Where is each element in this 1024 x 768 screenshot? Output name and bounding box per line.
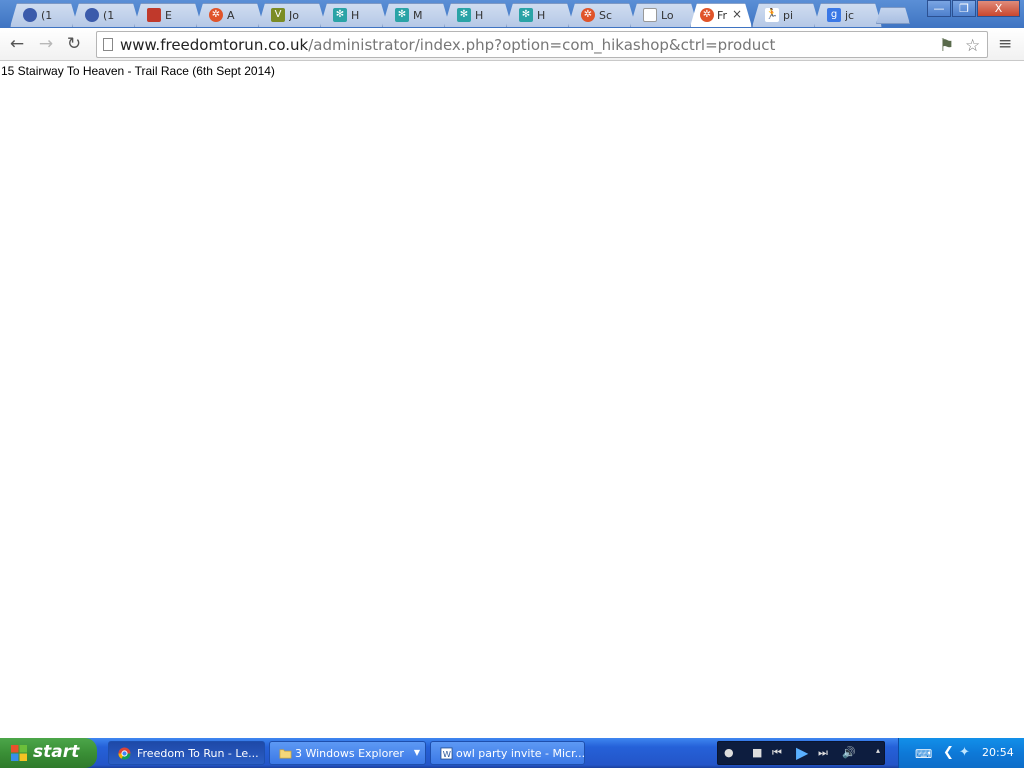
menu-icon[interactable]: ≡ [998,34,1012,54]
media-player-icon[interactable]: ● [724,746,734,759]
tab-title: (1 [41,9,53,22]
tray-expand-icon[interactable]: ❮ [943,745,954,760]
address-bar[interactable]: www.freedomtorun.co.uk/administrator/ind… [96,31,988,58]
restore-player-icon[interactable]: ▴ [876,746,880,755]
tab-title: E [165,9,172,22]
tab[interactable]: V Jo [258,3,326,27]
tab-title: A [227,9,235,22]
browser-toolbar: ← → ↻ www.freedomtorun.co.uk/administrat… [0,28,1024,61]
tab-title: Sc [599,9,613,22]
play-icon[interactable]: ▶ [796,743,808,762]
forward-arrow-icon[interactable]: → [35,33,57,55]
network-icon[interactable]: ✦ [959,745,970,760]
tab-title: H [351,9,360,22]
word-icon: W [440,747,453,760]
close-window-button[interactable]: X [977,0,1020,17]
previous-icon[interactable]: ⏮ [772,746,782,760]
taskbar-button-label: 3 Windows Explorer [295,747,404,760]
tab-title: Jo [289,9,299,22]
windows-logo-icon [11,745,27,761]
snowflake-icon: ✻ [457,8,471,22]
chevron-down-icon[interactable]: ▼ [414,748,420,757]
back-arrow-icon[interactable]: ← [6,33,28,55]
google-icon: g [827,8,841,22]
reload-icon[interactable]: ↻ [63,33,85,55]
runner-icon: 🏃 [765,9,779,20]
tab[interactable]: Lo [630,3,698,27]
tab[interactable]: (1 [10,3,78,27]
page-content-text: 15 Stairway To Heaven - Trail Race (6th … [1,64,275,78]
next-icon[interactable]: ⏭ [818,746,828,760]
tab[interactable]: ✻ M [382,3,450,27]
tab-title: (1 [103,9,115,22]
tab[interactable]: E [134,3,202,27]
tab-title: H [537,9,546,22]
tab[interactable]: ✲ Sc [568,3,636,27]
tab-title: Lo [661,9,674,22]
volume-icon[interactable]: 🔊 [842,746,856,759]
new-tab-button[interactable] [876,7,910,24]
tab[interactable]: (1 [72,3,140,27]
chrome-icon [118,747,131,760]
taskbar-button-chrome[interactable]: Freedom To Run - Le... [108,741,265,765]
tab[interactable]: ✻ H [506,3,574,27]
tab-strip: (1 (1 E ✲ A V Jo ✻ H ✻ M ✻ H ✻ H ✲ Sc Lo… [0,0,1024,28]
url-host: www.freedomtorun.co.uk [120,36,309,54]
url-path: /administrator/index.php?option=com_hika… [308,36,776,54]
media-player-toolbar: ● ■ ⏮ ▶ ⏭ 🔊 ▴ [717,741,885,765]
system-tray: ⌨ ❮ ✦ 20:54 [898,738,1024,768]
circle-globe-icon [23,8,37,22]
page-icon [103,38,113,51]
restore-button[interactable]: ❐ [952,0,976,17]
taskbar-button-word[interactable]: W owl party invite - Micr... [430,741,585,765]
url-text[interactable]: www.freedomtorun.co.uk/administrator/ind… [120,36,775,54]
taskbar-button-label: owl party invite - Micr... [456,747,585,760]
tab-title: H [475,9,484,22]
snowflake-icon: ✻ [395,8,409,22]
tab[interactable]: ✲ A [196,3,264,27]
stop-icon[interactable]: ■ [752,746,762,759]
tab-title: M [413,9,423,22]
snowflake-icon: ✻ [519,8,533,22]
tab[interactable]: 🏃 pi [752,3,820,27]
document-icon [643,8,657,22]
svg-text:W: W [443,749,451,759]
start-button[interactable]: start [0,738,97,768]
bookmark-star-icon[interactable]: ☆ [965,36,980,56]
minimize-button[interactable]: — [927,0,951,17]
tab-title: jc [845,9,855,22]
hikashop-v-icon: V [271,8,285,22]
close-tab-icon[interactable]: × [732,7,742,21]
tab-active[interactable]: ✲ Fr × [690,3,752,27]
tab-title: Fr [717,9,728,22]
tab[interactable]: ✻ H [444,3,512,27]
taskbar: start Freedom To Run - Le... 3 Windows E… [0,738,1024,768]
circle-globe-icon [85,8,99,22]
taskbar-button-label: Freedom To Run - Le... [137,747,259,760]
keyboard-icon[interactable]: ⌨ [915,747,932,761]
tab[interactable]: ✻ H [320,3,388,27]
start-label: start [33,742,80,762]
red-bookmark-icon [147,8,161,22]
folder-icon [279,749,292,759]
tab-title: pi [783,9,794,22]
joomla-icon: ✲ [209,8,223,22]
snowflake-icon: ✻ [333,8,347,22]
extension-flag-icon[interactable]: ⚑ [939,36,954,56]
tab[interactable]: g jc [814,3,882,27]
clock[interactable]: 20:54 [982,746,1014,759]
joomla-icon: ✲ [581,8,595,22]
joomla-icon: ✲ [700,8,714,22]
taskbar-button-explorer[interactable]: 3 Windows Explorer ▼ [269,741,426,765]
